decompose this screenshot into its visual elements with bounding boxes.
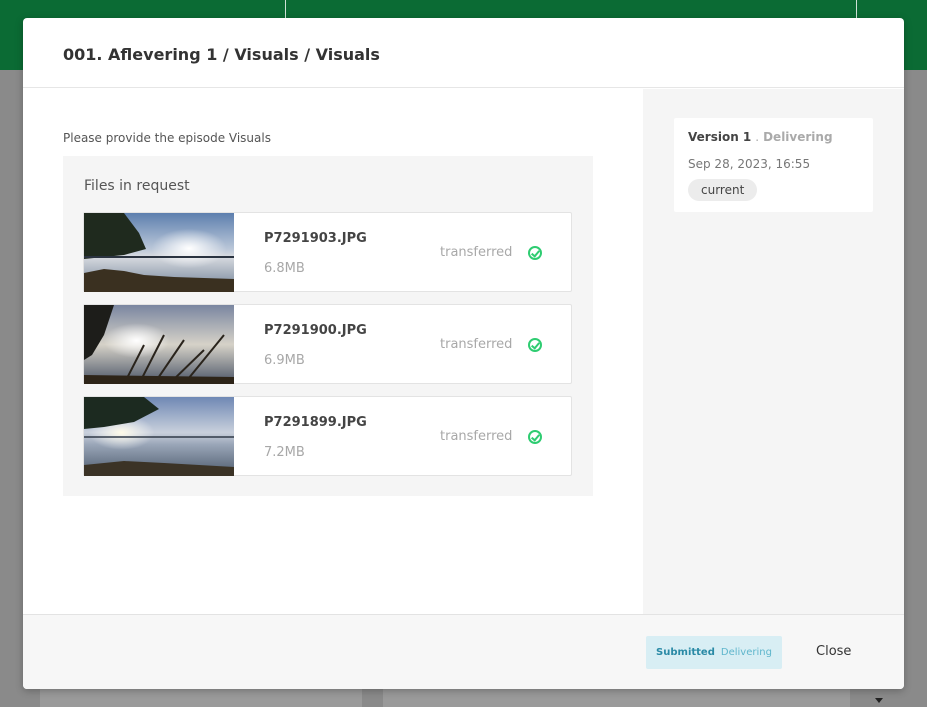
modal-header: 001. Aflevering 1 / Visuals / Visuals: [23, 18, 904, 88]
version-heading: Version 1. Delivering: [688, 130, 833, 144]
top-bar-divider: [856, 0, 857, 18]
check-circle-icon: [528, 338, 542, 352]
file-size: 6.9MB: [264, 353, 305, 368]
current-tag: current: [688, 179, 758, 201]
modal-footer: Submitted Delivering Close: [23, 614, 904, 689]
file-name: P7291900.JPG: [264, 323, 367, 338]
file-thumbnail: [84, 305, 234, 384]
version-separator: .: [755, 130, 760, 144]
status-badge: Submitted Delivering: [646, 636, 782, 669]
file-item[interactable]: P7291903.JPG 6.8MB transferred: [83, 212, 572, 292]
badge-submitted: Submitted: [656, 647, 715, 658]
badge-state: Delivering: [720, 647, 772, 658]
file-status: transferred: [440, 245, 513, 260]
request-main-panel: Please provide the episode Visuals Files…: [23, 89, 643, 614]
scroll-down-icon: [875, 698, 883, 703]
check-circle-icon: [528, 430, 542, 444]
version-sidebar: Version 1. Delivering Sep 28, 2023, 16:55…: [643, 89, 904, 614]
request-modal: 001. Aflevering 1 / Visuals / Visuals Pl…: [23, 18, 904, 689]
close-button[interactable]: Close: [803, 641, 864, 663]
file-status: transferred: [440, 337, 513, 352]
file-item[interactable]: P7291899.JPG 7.2MB transferred: [83, 396, 572, 476]
file-thumbnail: [84, 397, 234, 476]
file-name: P7291899.JPG: [264, 415, 367, 430]
file-status: transferred: [440, 429, 513, 444]
files-in-request-section: Files in request P7291903.JPG 6.8MB tran…: [63, 156, 593, 496]
version-card[interactable]: Version 1. Delivering Sep 28, 2023, 16:55…: [674, 118, 873, 212]
request-instruction: Please provide the episode Visuals: [63, 131, 271, 145]
check-circle-icon: [528, 246, 542, 260]
modal-title: 001. Aflevering 1 / Visuals / Visuals: [63, 45, 380, 64]
file-name: P7291903.JPG: [264, 231, 367, 246]
file-size: 6.8MB: [264, 261, 305, 276]
files-heading: Files in request: [84, 178, 190, 194]
background-panel: [40, 689, 362, 707]
version-state: Delivering: [763, 130, 833, 144]
version-date: Sep 28, 2023, 16:55: [688, 157, 811, 171]
top-bar-divider: [285, 0, 286, 18]
file-size: 7.2MB: [264, 445, 305, 460]
file-thumbnail: [84, 213, 234, 292]
background-panel: [383, 689, 850, 707]
version-label: Version 1: [688, 130, 752, 144]
file-item[interactable]: P7291900.JPG 6.9MB transferred: [83, 304, 572, 384]
